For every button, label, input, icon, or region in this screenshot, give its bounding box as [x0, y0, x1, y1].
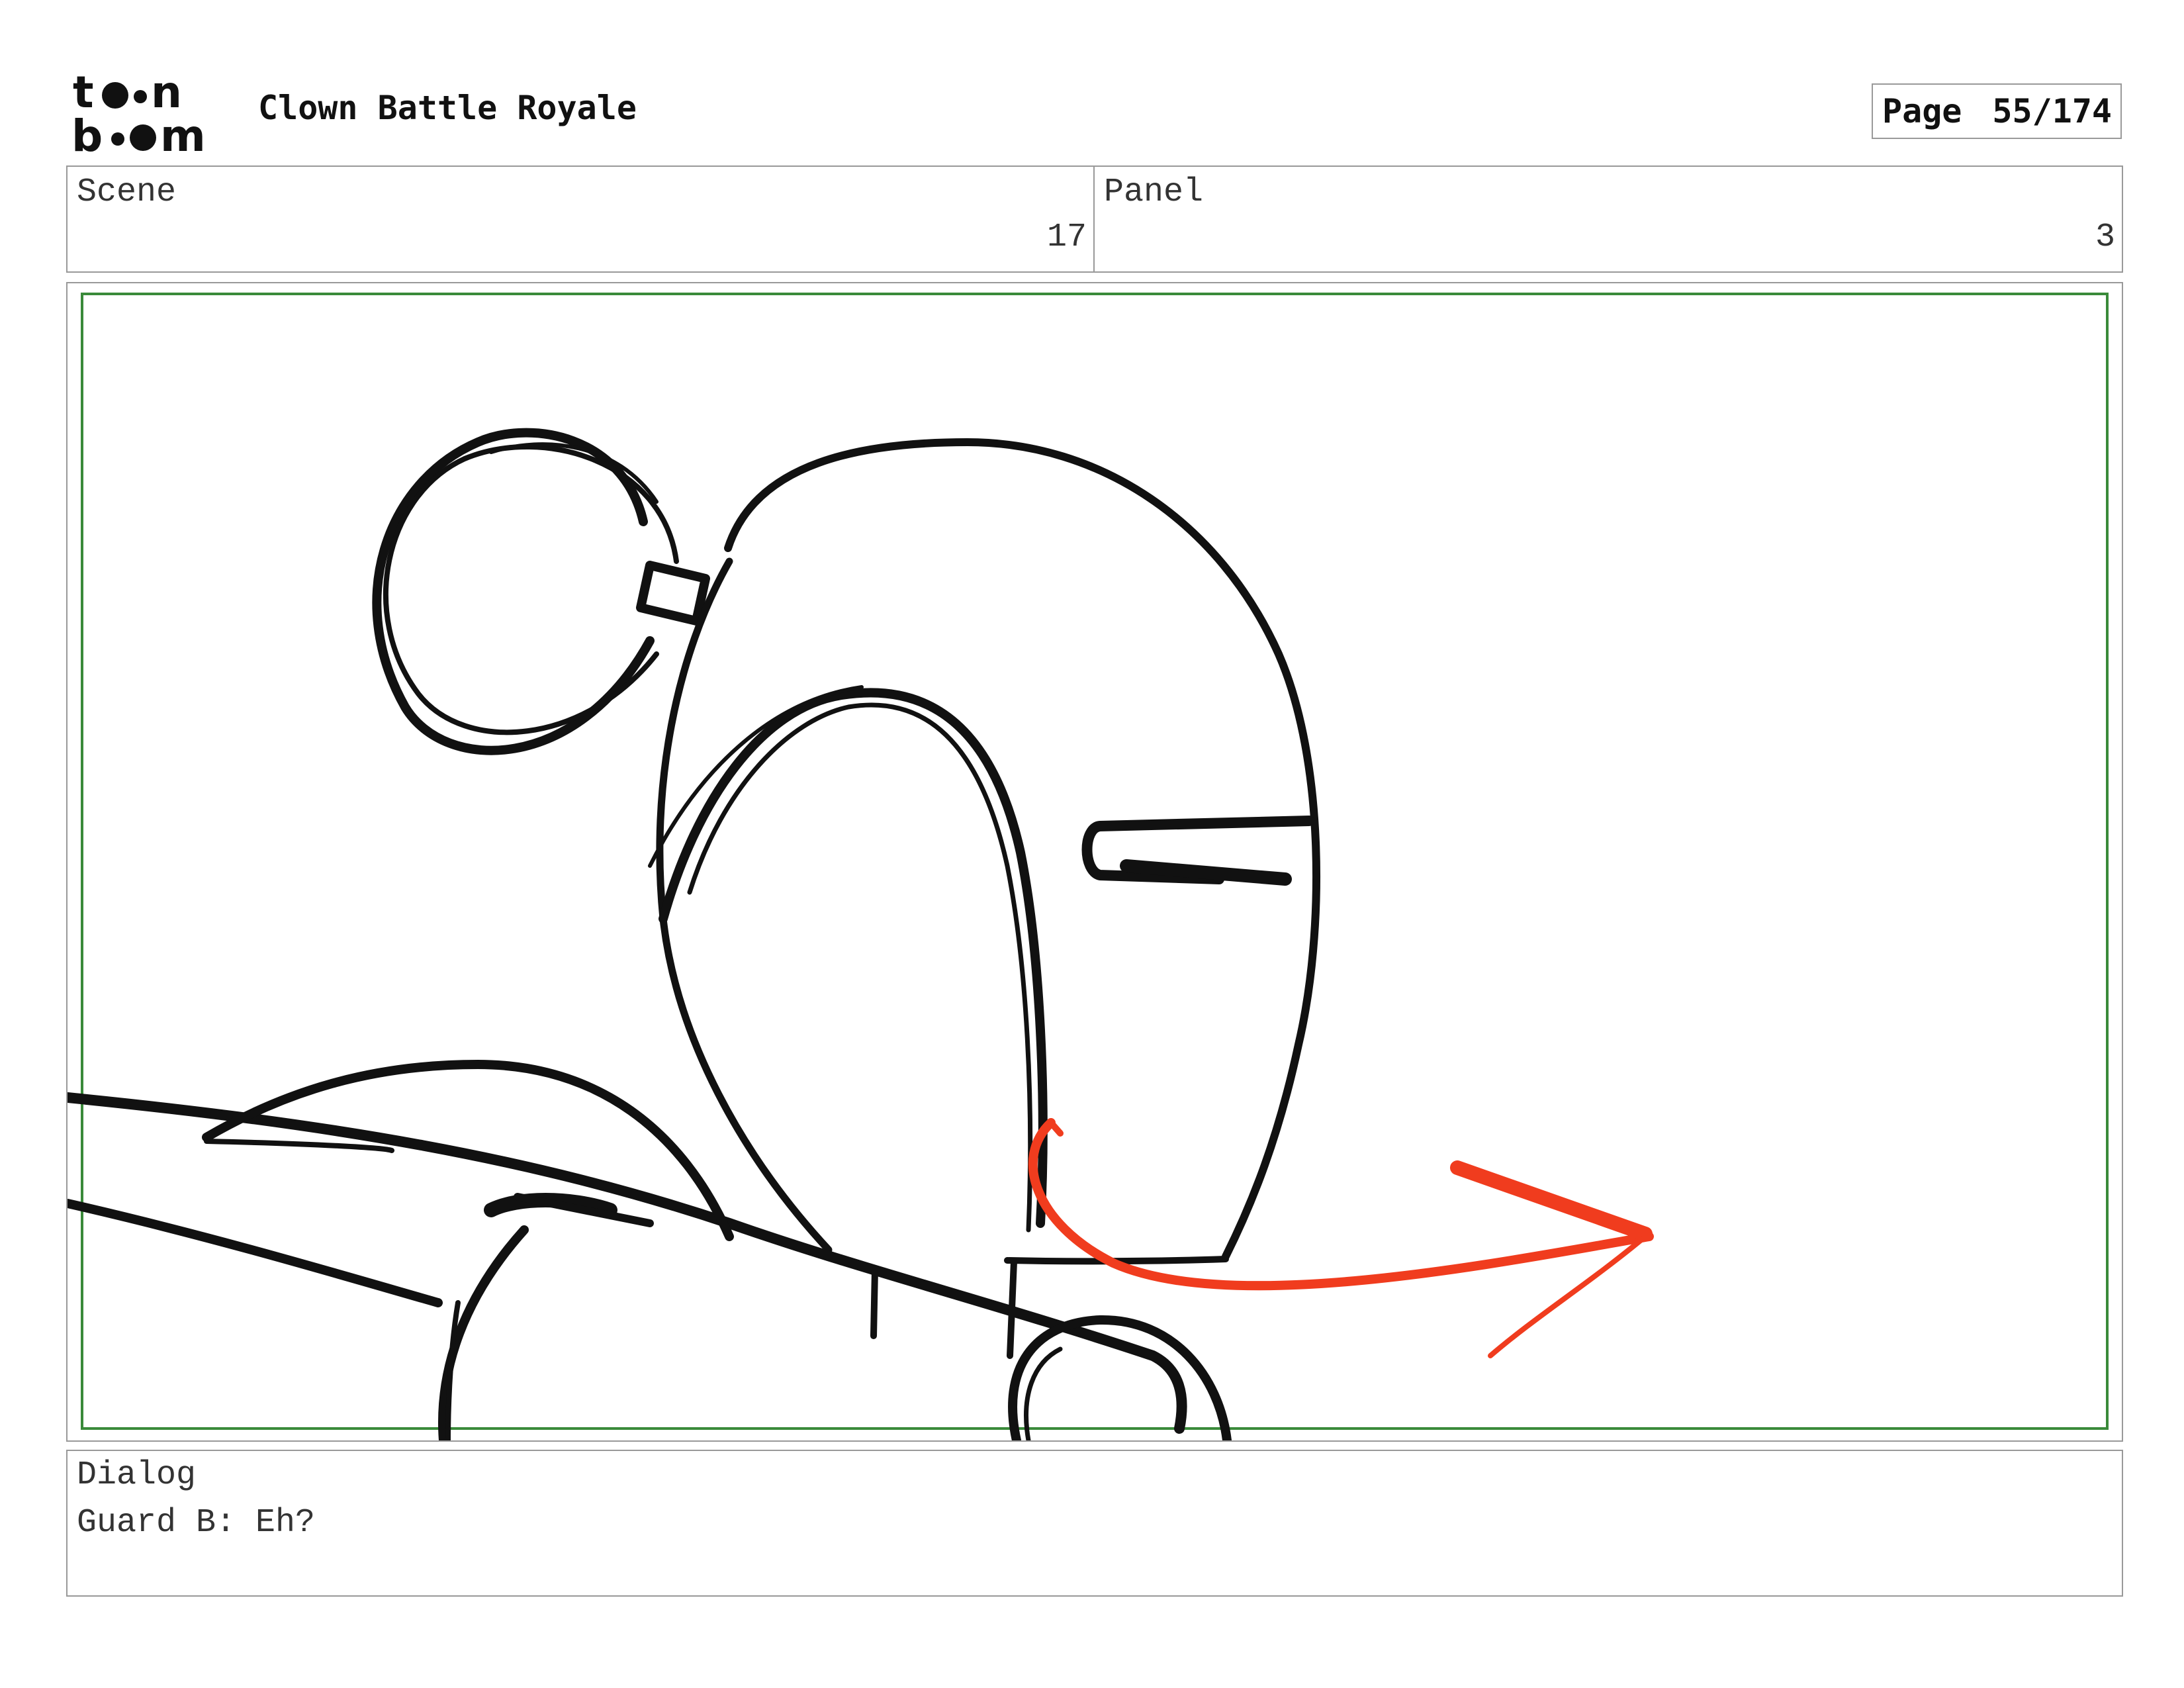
neck-post-2 [1007, 1258, 1017, 1359]
dialog-field: Dialog Guard B: Eh? [66, 1450, 2123, 1597]
scene-number: 17 [1046, 218, 1087, 256]
project-title: Clown Battle Royale [258, 89, 637, 127]
logo-dot [134, 90, 147, 103]
torso-inner [445, 1300, 461, 1440]
sketch-drawing [68, 293, 2109, 1440]
logo-letter-b: b [71, 111, 103, 155]
motion-arrow-head-top [1450, 1160, 1653, 1241]
bun-tie [636, 561, 710, 626]
page-counter: Page 55/174 [1872, 83, 2122, 139]
page-label: Page [1882, 92, 1962, 130]
collar-ring-inner [1024, 1346, 1063, 1440]
dialog-text: Guard B: Eh? [77, 1504, 316, 1542]
helmet-arch [659, 688, 1048, 1228]
arm-bottom-line [68, 1199, 443, 1307]
motion-arrow-tip [1048, 1119, 1064, 1137]
helmet-arch-2 [687, 702, 1033, 1233]
hair-bun-stroke [372, 428, 655, 755]
storyboard-panel-image [66, 282, 2123, 1442]
page-value: 55/174 [1992, 92, 2113, 130]
scene-field: Scene 17 [66, 165, 1095, 273]
logo-letter-m: m [160, 111, 206, 155]
logo-dot [102, 82, 128, 109]
toon-boom-logo: t n b m [71, 67, 228, 162]
logo-dot [111, 132, 124, 146]
panel-label: Panel [1104, 173, 1204, 211]
collar-ring [1008, 1315, 1232, 1440]
toon-boom-logo-mark: t n b m [71, 67, 206, 162]
head-left-contour [656, 557, 833, 1254]
scene-label: Scene [77, 173, 177, 211]
logo-dot [130, 124, 156, 151]
panel-field: Panel 3 [1093, 165, 2123, 273]
shoulder-underline [204, 1139, 394, 1153]
panel-number: 3 [2095, 218, 2115, 256]
dialog-label: Dialog [77, 1456, 197, 1494]
neck-post [870, 1266, 878, 1339]
